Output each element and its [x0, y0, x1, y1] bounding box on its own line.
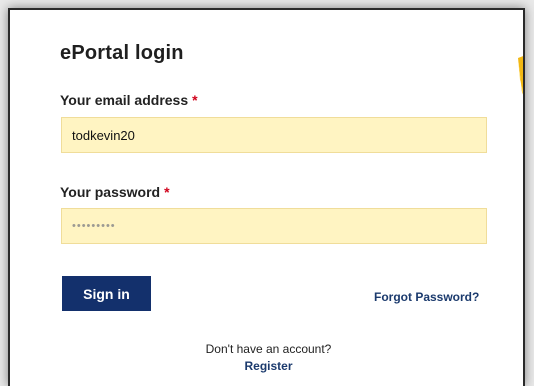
page-title: ePortal login — [60, 42, 184, 64]
email-label-text: Your email address — [60, 92, 189, 108]
password-label: Your password * — [60, 184, 170, 200]
required-marker: * — [164, 184, 170, 200]
required-marker: * — [192, 92, 198, 108]
no-account-text: Don't have an account? — [205, 342, 332, 356]
password-label-text: Your password — [60, 184, 161, 200]
register-link[interactable]: Register — [10, 359, 523, 373]
login-panel: ePortal login Your email address* Your p… — [8, 8, 525, 386]
email-field[interactable] — [61, 117, 487, 153]
gold-cube-icon — [518, 56, 523, 95]
email-label: Your email address * — [60, 92, 198, 108]
sign-in-button[interactable]: Sign in — [62, 276, 151, 311]
password-field[interactable] — [61, 208, 487, 244]
forgot-password-link[interactable]: Forgot Password? — [374, 290, 479, 304]
